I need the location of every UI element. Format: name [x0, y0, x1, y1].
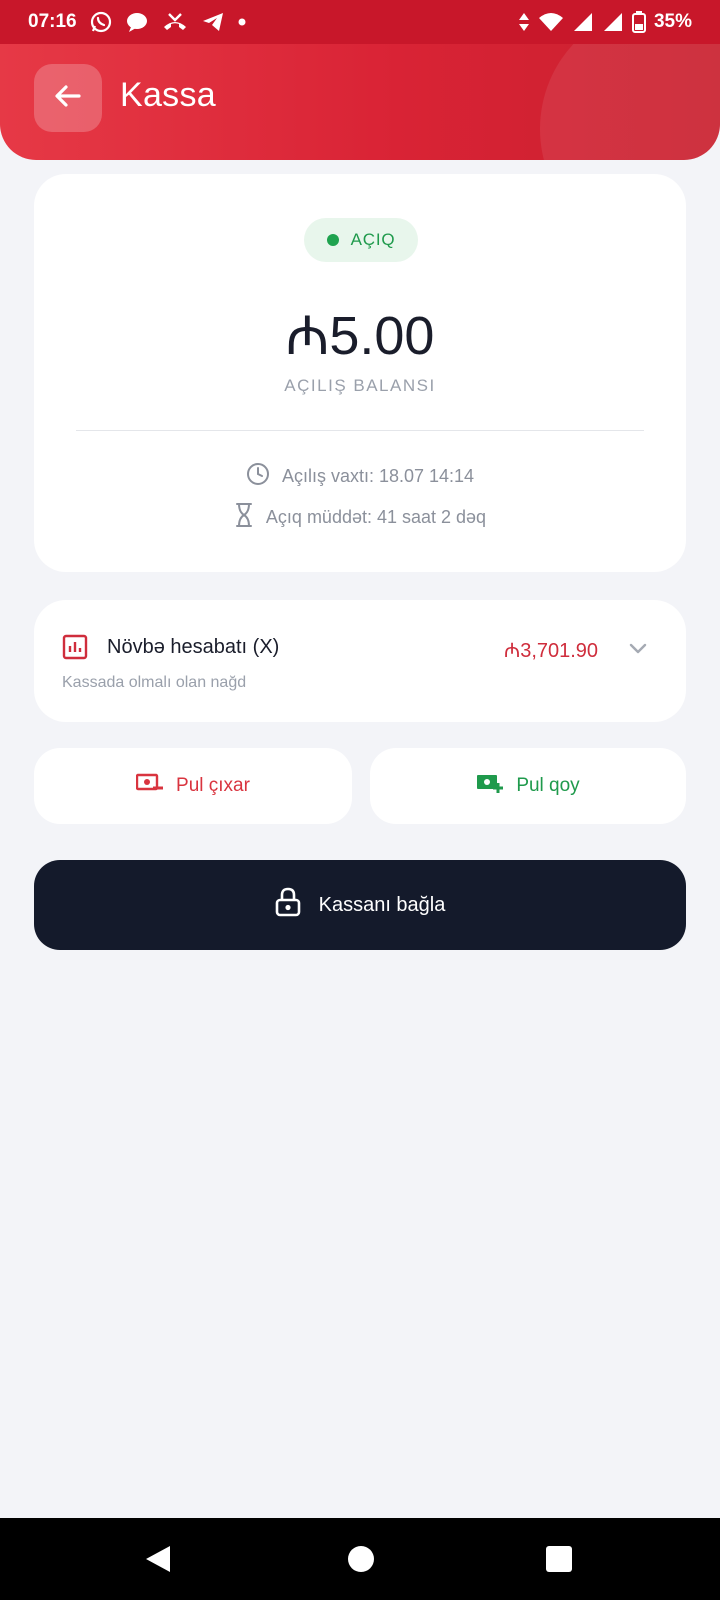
opened-at-text: Açılış vaxtı: 18.07 14:14 [281, 466, 475, 486]
battery-level: 35% [653, 11, 692, 32]
lock-icon [275, 887, 301, 923]
status-badge: AÇIQ [304, 218, 418, 262]
status-time: 07:16 [28, 11, 77, 32]
signal-icon [572, 12, 594, 32]
shift-report-subtitle: Kassada olmalı olan nağd [62, 674, 247, 691]
deposit-cash-button[interactable]: Pul qoy [370, 748, 686, 824]
divider [76, 430, 644, 431]
withdraw-cash-button[interactable]: Pul çıxar [34, 748, 352, 824]
register-status-card: AÇIQ ₼5.00 AÇILIŞ BALANSI Açılış vaxtı: … [34, 174, 686, 572]
arrow-left-icon [53, 81, 83, 116]
nav-back-icon[interactable] [144, 1544, 172, 1579]
opening-balance-label: AÇILIŞ BALANSI [284, 376, 436, 395]
page-title: Kassa [120, 76, 216, 114]
clock-icon [246, 462, 270, 491]
status-badge-label: AÇIQ [350, 230, 396, 249]
cash-plus-icon [476, 772, 504, 800]
cash-minus-icon [135, 772, 164, 800]
missed-call-icon [161, 11, 189, 33]
withdraw-cash-label: Pul çıxar [176, 775, 250, 796]
opened-at-row: Açılış vaxtı: 18.07 14:14 [34, 462, 686, 491]
dot-icon [237, 17, 247, 27]
deposit-cash-label: Pul qoy [516, 775, 580, 796]
bar-chart-icon [62, 634, 88, 665]
status-bar: 07:16 35% [0, 0, 720, 44]
open-duration-text: Açıq müddət: 41 saat 2 dəq [265, 507, 487, 527]
open-duration-row: Açıq müddət: 41 saat 2 dəq [34, 502, 686, 533]
signal-icon [602, 12, 624, 32]
chevron-down-icon[interactable] [626, 636, 650, 665]
data-arrows-icon [518, 11, 530, 33]
close-register-label: Kassanı bağla [318, 893, 446, 916]
chat-icon [125, 11, 149, 33]
nav-home-icon[interactable] [348, 1546, 374, 1572]
app-bar: Kassa [0, 44, 720, 160]
back-button[interactable] [34, 64, 102, 132]
telegram-icon [201, 11, 225, 33]
shift-report-amount: ₼3,701.90 [504, 640, 599, 662]
shift-report-title: Növbə hesabatı (X) [107, 636, 280, 658]
shift-report-card[interactable]: Növbə hesabatı (X) Kassada olmalı olan n… [34, 600, 686, 722]
opening-balance: ₼5.00 [285, 306, 435, 366]
decorative-circle [540, 44, 720, 160]
wifi-icon [538, 12, 564, 32]
system-nav-bar [0, 1518, 720, 1600]
nav-recents-icon[interactable] [546, 1546, 572, 1572]
battery-icon [631, 11, 646, 33]
whatsapp-icon [89, 10, 113, 34]
hourglass-icon [234, 502, 254, 533]
close-register-button[interactable]: Kassanı bağla [34, 860, 686, 950]
status-dot-icon [326, 234, 339, 246]
